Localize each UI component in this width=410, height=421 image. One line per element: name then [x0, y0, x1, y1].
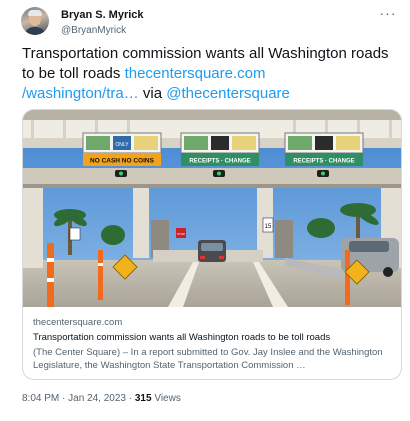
card-description: (The Center Square) – In a report submit…: [33, 347, 383, 371]
card-title[interactable]: Transportation commission wants all Wash…: [33, 332, 393, 344]
author-handle[interactable]: @BryanMyrick: [61, 24, 144, 37]
more-options-icon[interactable]: ···: [378, 6, 398, 20]
tweet-via: via: [138, 85, 167, 102]
meta-separator: ·: [59, 393, 69, 404]
tweet-meta: 8:04 PM · Jan 24, 2023 · 315 Views: [22, 392, 181, 405]
tweet-date[interactable]: Jan 24, 2023: [68, 393, 126, 404]
sign-only-text: ONLY: [115, 142, 129, 148]
author-avatar[interactable]: [21, 7, 49, 35]
card-meta: thecentersquare.com Transportation commi…: [33, 317, 393, 372]
author-info: Bryan S. Myrick @BryanMyrick: [61, 9, 144, 37]
sign-receipts-right-text: RECEIPTS · CHANGE: [293, 159, 354, 165]
toll-sign-left: ONLY NO CASH NO COINS: [82, 132, 162, 166]
sign-no-cash-text: NO CASH NO COINS: [90, 158, 155, 165]
car-center: [198, 240, 226, 262]
tweet-text: Transportation commission wants all Wash…: [22, 44, 392, 104]
views-count: 315: [134, 393, 152, 404]
tweet-time[interactable]: 8:04 PM: [22, 393, 59, 404]
card-domain: thecentersquare.com: [33, 317, 123, 328]
toll-sign-center: RECEIPTS · CHANGE: [180, 132, 260, 166]
lane-sign-15: 15: [265, 224, 272, 230]
card-image[interactable]: ONLY NO CASH NO COINS RECEIPTS · CHANGE …: [23, 110, 401, 307]
lane-sign-stop: STOP: [177, 232, 185, 236]
avatar-shirt: [24, 27, 46, 35]
tweet-mention[interactable]: @thecentersquare: [166, 85, 290, 102]
avatar-hair: [28, 10, 42, 16]
views-label: Views: [151, 393, 181, 404]
toll-sign-right: RECEIPTS · CHANGE: [284, 132, 364, 166]
meta-separator-2: ·: [125, 393, 135, 404]
canopy-beam: [23, 168, 401, 186]
link-preview-card[interactable]: ONLY NO CASH NO COINS RECEIPTS · CHANGE …: [22, 109, 402, 380]
author-display-name[interactable]: Bryan S. Myrick: [61, 9, 144, 22]
sign-receipts-center-text: RECEIPTS · CHANGE: [189, 159, 250, 165]
